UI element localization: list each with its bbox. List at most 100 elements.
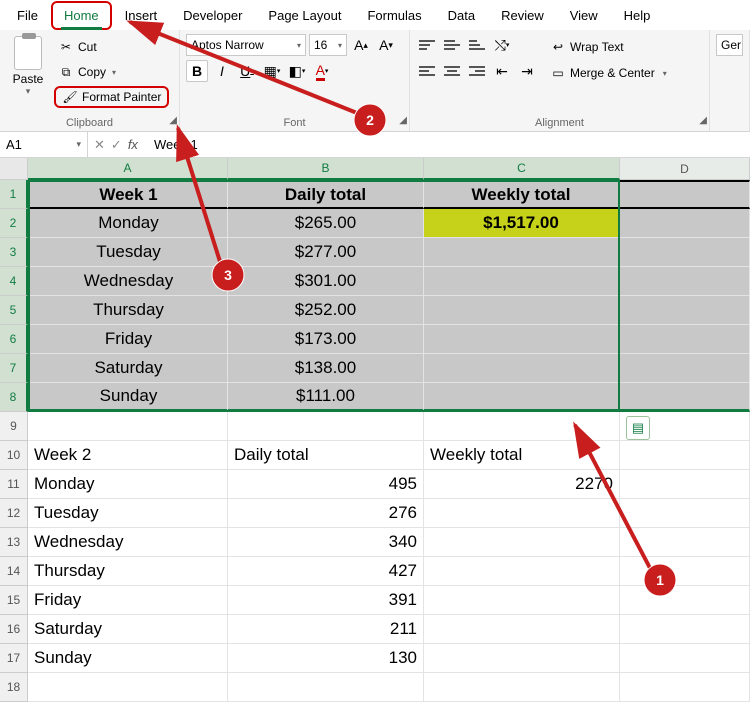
cell[interactable]: Monday (28, 470, 228, 499)
cell[interactable] (424, 412, 620, 441)
accept-formula-icon[interactable]: ✓ (111, 137, 122, 153)
cell[interactable]: $173.00 (228, 325, 424, 354)
align-right-button[interactable] (466, 60, 488, 82)
cell[interactable]: 427 (228, 557, 424, 586)
cell[interactable] (424, 499, 620, 528)
cell[interactable]: Weekly total (424, 441, 620, 470)
row-header[interactable]: 12 (0, 499, 28, 528)
cell[interactable] (228, 673, 424, 702)
cell[interactable] (620, 325, 750, 354)
increase-font-button[interactable]: A▴ (350, 34, 372, 56)
cell[interactable]: Tuesday (28, 499, 228, 528)
cell[interactable]: Thursday (28, 557, 228, 586)
chevron-down-icon[interactable]: ▾ (297, 41, 301, 50)
cell[interactable]: $277.00 (228, 238, 424, 267)
cell[interactable] (620, 180, 750, 209)
cell[interactable] (424, 586, 620, 615)
cell[interactable] (620, 383, 750, 412)
chevron-down-icon[interactable]: ▾ (26, 86, 31, 97)
col-header-a[interactable]: A (28, 158, 228, 180)
row-header[interactable]: 3 (0, 238, 28, 267)
cell[interactable]: Weekly total (424, 180, 620, 209)
align-middle-button[interactable] (441, 34, 463, 56)
cell[interactable] (424, 528, 620, 557)
menu-item-review[interactable]: Review (488, 1, 557, 30)
cell[interactable]: Week 2 (28, 441, 228, 470)
cell[interactable] (620, 267, 750, 296)
decrease-indent-button[interactable]: ⇤ (491, 60, 513, 82)
cell[interactable]: Sunday (28, 383, 228, 412)
cell[interactable] (620, 296, 750, 325)
cell[interactable]: Wednesday (28, 267, 228, 296)
menu-item-help[interactable]: Help (611, 1, 664, 30)
menu-item-developer[interactable]: Developer (170, 1, 255, 30)
copy-button[interactable]: ⧉ Copy ▾ (54, 61, 169, 83)
row-header[interactable]: 1 (0, 180, 28, 209)
cell[interactable] (28, 673, 228, 702)
cell[interactable]: 130 (228, 644, 424, 673)
align-left-button[interactable] (416, 60, 438, 82)
chevron-down-icon[interactable]: ▾ (663, 69, 667, 78)
cell[interactable]: Sunday (28, 644, 228, 673)
cell[interactable]: Week 1 (28, 180, 228, 209)
cell[interactable]: $301.00 (228, 267, 424, 296)
menu-item-page-layout[interactable]: Page Layout (255, 1, 354, 30)
cell[interactable] (620, 499, 750, 528)
cell[interactable] (620, 354, 750, 383)
cell[interactable] (620, 615, 750, 644)
row-header[interactable]: 8 (0, 383, 28, 412)
font-size-select[interactable]: 16 ▾ (309, 34, 347, 56)
formula-input[interactable]: Week 1 (144, 137, 750, 152)
cell[interactable] (620, 673, 750, 702)
quick-analysis-button[interactable]: ▤ (626, 416, 650, 440)
dialog-launcher-icon[interactable]: ◢ (163, 115, 177, 129)
align-top-button[interactable] (416, 34, 438, 56)
cut-button[interactable]: ✂ Cut (54, 36, 169, 58)
menu-item-formulas[interactable]: Formulas (354, 1, 434, 30)
cell[interactable]: 211 (228, 615, 424, 644)
cell[interactable] (424, 673, 620, 702)
cell[interactable] (620, 586, 750, 615)
chevron-down-icon[interactable]: ▾ (76, 139, 81, 150)
cancel-formula-icon[interactable]: ✕ (94, 137, 105, 153)
paste-button[interactable]: Paste ▾ (6, 34, 50, 97)
merge-center-button[interactable]: ▭ Merge & Center ▾ (550, 62, 667, 84)
row-header[interactable]: 2 (0, 209, 28, 238)
cell[interactable] (424, 267, 620, 296)
cell[interactable]: $252.00 (228, 296, 424, 325)
cell[interactable] (620, 441, 750, 470)
cell[interactable]: Daily total (228, 180, 424, 209)
col-header-c[interactable]: C (424, 158, 620, 180)
cell[interactable] (424, 644, 620, 673)
cell[interactable] (620, 238, 750, 267)
font-color-button[interactable]: A▾ (311, 60, 333, 82)
menu-item-view[interactable]: View (557, 1, 611, 30)
bold-button[interactable]: B (186, 60, 208, 82)
cell[interactable]: 2270 (424, 470, 620, 499)
decrease-font-button[interactable]: A▾ (375, 34, 397, 56)
chevron-down-icon[interactable]: ▾ (338, 41, 342, 50)
font-name-select[interactable]: Aptos Narrow ▾ (186, 34, 306, 56)
cell[interactable]: Friday (28, 325, 228, 354)
cell[interactable]: Monday (28, 209, 228, 238)
cell[interactable]: Saturday (28, 354, 228, 383)
number-format-select[interactable]: Ger (716, 34, 743, 56)
underline-button[interactable]: U▾ (236, 60, 258, 82)
row-header[interactable]: 9 (0, 412, 28, 441)
menu-item-home[interactable]: Home (51, 1, 112, 30)
italic-button[interactable]: I (211, 60, 233, 82)
row-header[interactable]: 17 (0, 644, 28, 673)
cell[interactable]: Tuesday (28, 238, 228, 267)
cell[interactable] (620, 209, 750, 238)
row-header[interactable]: 16 (0, 615, 28, 644)
row-header[interactable]: 10 (0, 441, 28, 470)
cell[interactable]: $1,517.00 (424, 209, 620, 238)
menu-item-insert[interactable]: Insert (112, 1, 171, 30)
chevron-down-icon[interactable]: ▾ (112, 68, 116, 77)
cell[interactable] (620, 557, 750, 586)
row-header[interactable]: 11 (0, 470, 28, 499)
select-all-corner[interactable] (0, 158, 28, 180)
row-header[interactable]: 4 (0, 267, 28, 296)
cell[interactable]: Daily total (228, 441, 424, 470)
row-header[interactable]: 15 (0, 586, 28, 615)
